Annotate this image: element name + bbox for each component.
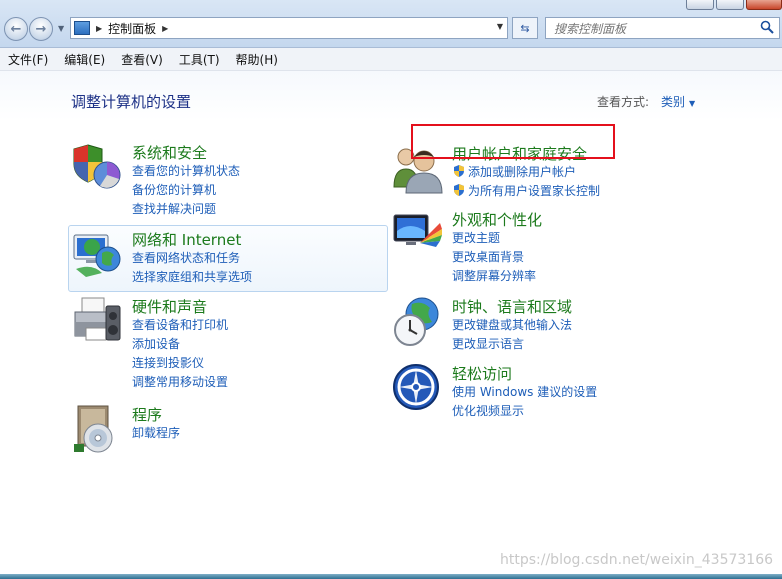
link-change-input-method[interactable]: 更改键盘或其他输入法 <box>452 316 572 335</box>
link-change-display-language[interactable]: 更改显示语言 <box>452 335 572 354</box>
bottom-border <box>0 574 782 579</box>
address-field[interactable]: ▶ 控制面板 ▶ ▼ <box>70 17 508 39</box>
category-title[interactable]: 程序 <box>132 404 162 425</box>
link-parental-controls[interactable]: 为所有用户设置家长控制 <box>452 182 600 201</box>
link-uninstall-program[interactable]: 卸载程序 <box>132 424 180 443</box>
link-change-background[interactable]: 更改桌面背景 <box>452 248 536 267</box>
search-input[interactable] <box>552 19 756 39</box>
category-title[interactable]: 系统和安全 <box>132 142 207 163</box>
refresh-button[interactable]: ⇆ <box>512 17 538 39</box>
link-view-computer-status[interactable]: 查看您的计算机状态 <box>132 162 240 181</box>
chevron-right-icon[interactable]: ▶ <box>162 24 168 33</box>
view-by-value[interactable]: 类别 <box>661 95 685 109</box>
menu-help[interactable]: 帮助(H) <box>228 51 286 68</box>
ease-of-access-icon <box>393 364 439 410</box>
control-panel-icon <box>74 21 90 35</box>
link-troubleshoot[interactable]: 查找并解决问题 <box>132 200 240 219</box>
link-mobility-settings[interactable]: 调整常用移动设置 <box>132 373 228 392</box>
link-optimize-display[interactable]: 优化视频显示 <box>452 402 597 421</box>
network-globe-icon <box>73 234 121 277</box>
breadcrumb-control-panel[interactable]: 控制面板 <box>108 20 156 37</box>
link-backup-computer[interactable]: 备份您的计算机 <box>132 181 240 200</box>
chevron-down-icon[interactable]: ▼ <box>689 99 695 108</box>
maximize-button[interactable] <box>716 0 744 10</box>
refresh-icon: ⇆ <box>520 21 530 35</box>
view-by-dropdown[interactable]: 类别 ▼ <box>661 93 695 110</box>
link-network-status[interactable]: 查看网络状态和任务 <box>132 249 252 268</box>
highlight-annotation-box <box>411 124 615 159</box>
address-dropdown-icon[interactable]: ▼ <box>497 22 503 31</box>
back-button[interactable]: ← <box>4 17 28 41</box>
category-title[interactable]: 外观和个性化 <box>452 209 542 230</box>
category-title[interactable]: 网络和 Internet <box>132 229 241 250</box>
category-title[interactable]: 时钟、语言和区域 <box>452 296 572 317</box>
clock-globe-icon <box>394 297 439 346</box>
printer-icon <box>74 297 121 341</box>
link-devices-printers[interactable]: 查看设备和打印机 <box>132 316 228 335</box>
uac-shield-icon <box>454 184 464 196</box>
programs-disc-icon <box>74 405 113 453</box>
category-title[interactable]: 硬件和声音 <box>132 296 207 317</box>
content-area: 调整计算机的设置 查看方式: 类别 ▼ 系统和安全 查看您的计算机状态 备份您的计… <box>0 71 782 579</box>
link-add-device[interactable]: 添加设备 <box>132 335 228 354</box>
link-homegroup-sharing[interactable]: 选择家庭组和共享选项 <box>132 268 252 287</box>
link-add-remove-accounts[interactable]: 添加或删除用户帐户 <box>452 163 600 182</box>
link-adjust-resolution[interactable]: 调整屏幕分辨率 <box>452 267 536 286</box>
page-title: 调整计算机的设置 <box>71 93 192 111</box>
menu-edit[interactable]: 编辑(E) <box>56 51 113 68</box>
menu-file[interactable]: 文件(F) <box>0 51 56 68</box>
link-use-windows-settings[interactable]: 使用 Windows 建议的设置 <box>452 383 597 402</box>
arrow-right-icon: → <box>35 21 47 37</box>
link-change-theme[interactable]: 更改主题 <box>452 229 536 248</box>
view-by-label: 查看方式: <box>597 95 650 109</box>
search-icon[interactable] <box>760 20 774 34</box>
category-title[interactable]: 轻松访问 <box>452 363 512 384</box>
menu-view[interactable]: 查看(V) <box>113 51 171 68</box>
link-label[interactable]: 添加或删除用户帐户 <box>468 165 576 179</box>
address-bar-area: ← → ▼ ▶ 控制面板 ▶ ▼ ⇆ <box>0 0 782 48</box>
minimize-button[interactable] <box>686 0 714 10</box>
link-label[interactable]: 为所有用户设置家长控制 <box>468 184 600 198</box>
watermark: https://blog.csdn.net/weixin_43573166 <box>500 552 774 568</box>
recent-pages-dropdown[interactable]: ▼ <box>58 24 64 33</box>
link-connect-projector[interactable]: 连接到投影仪 <box>132 354 228 373</box>
appearance-monitor-icon <box>393 214 442 247</box>
menu-bar: 文件(F) 编辑(E) 查看(V) 工具(T) 帮助(H) <box>0 48 782 71</box>
chevron-right-icon[interactable]: ▶ <box>96 24 102 33</box>
close-button[interactable] <box>746 0 782 10</box>
uac-shield-icon <box>454 165 464 177</box>
search-box[interactable] <box>545 17 780 39</box>
menu-tools[interactable]: 工具(T) <box>171 51 228 68</box>
forward-button[interactable]: → <box>29 17 53 41</box>
security-shield-icon <box>73 144 121 189</box>
arrow-left-icon: ← <box>10 21 22 37</box>
